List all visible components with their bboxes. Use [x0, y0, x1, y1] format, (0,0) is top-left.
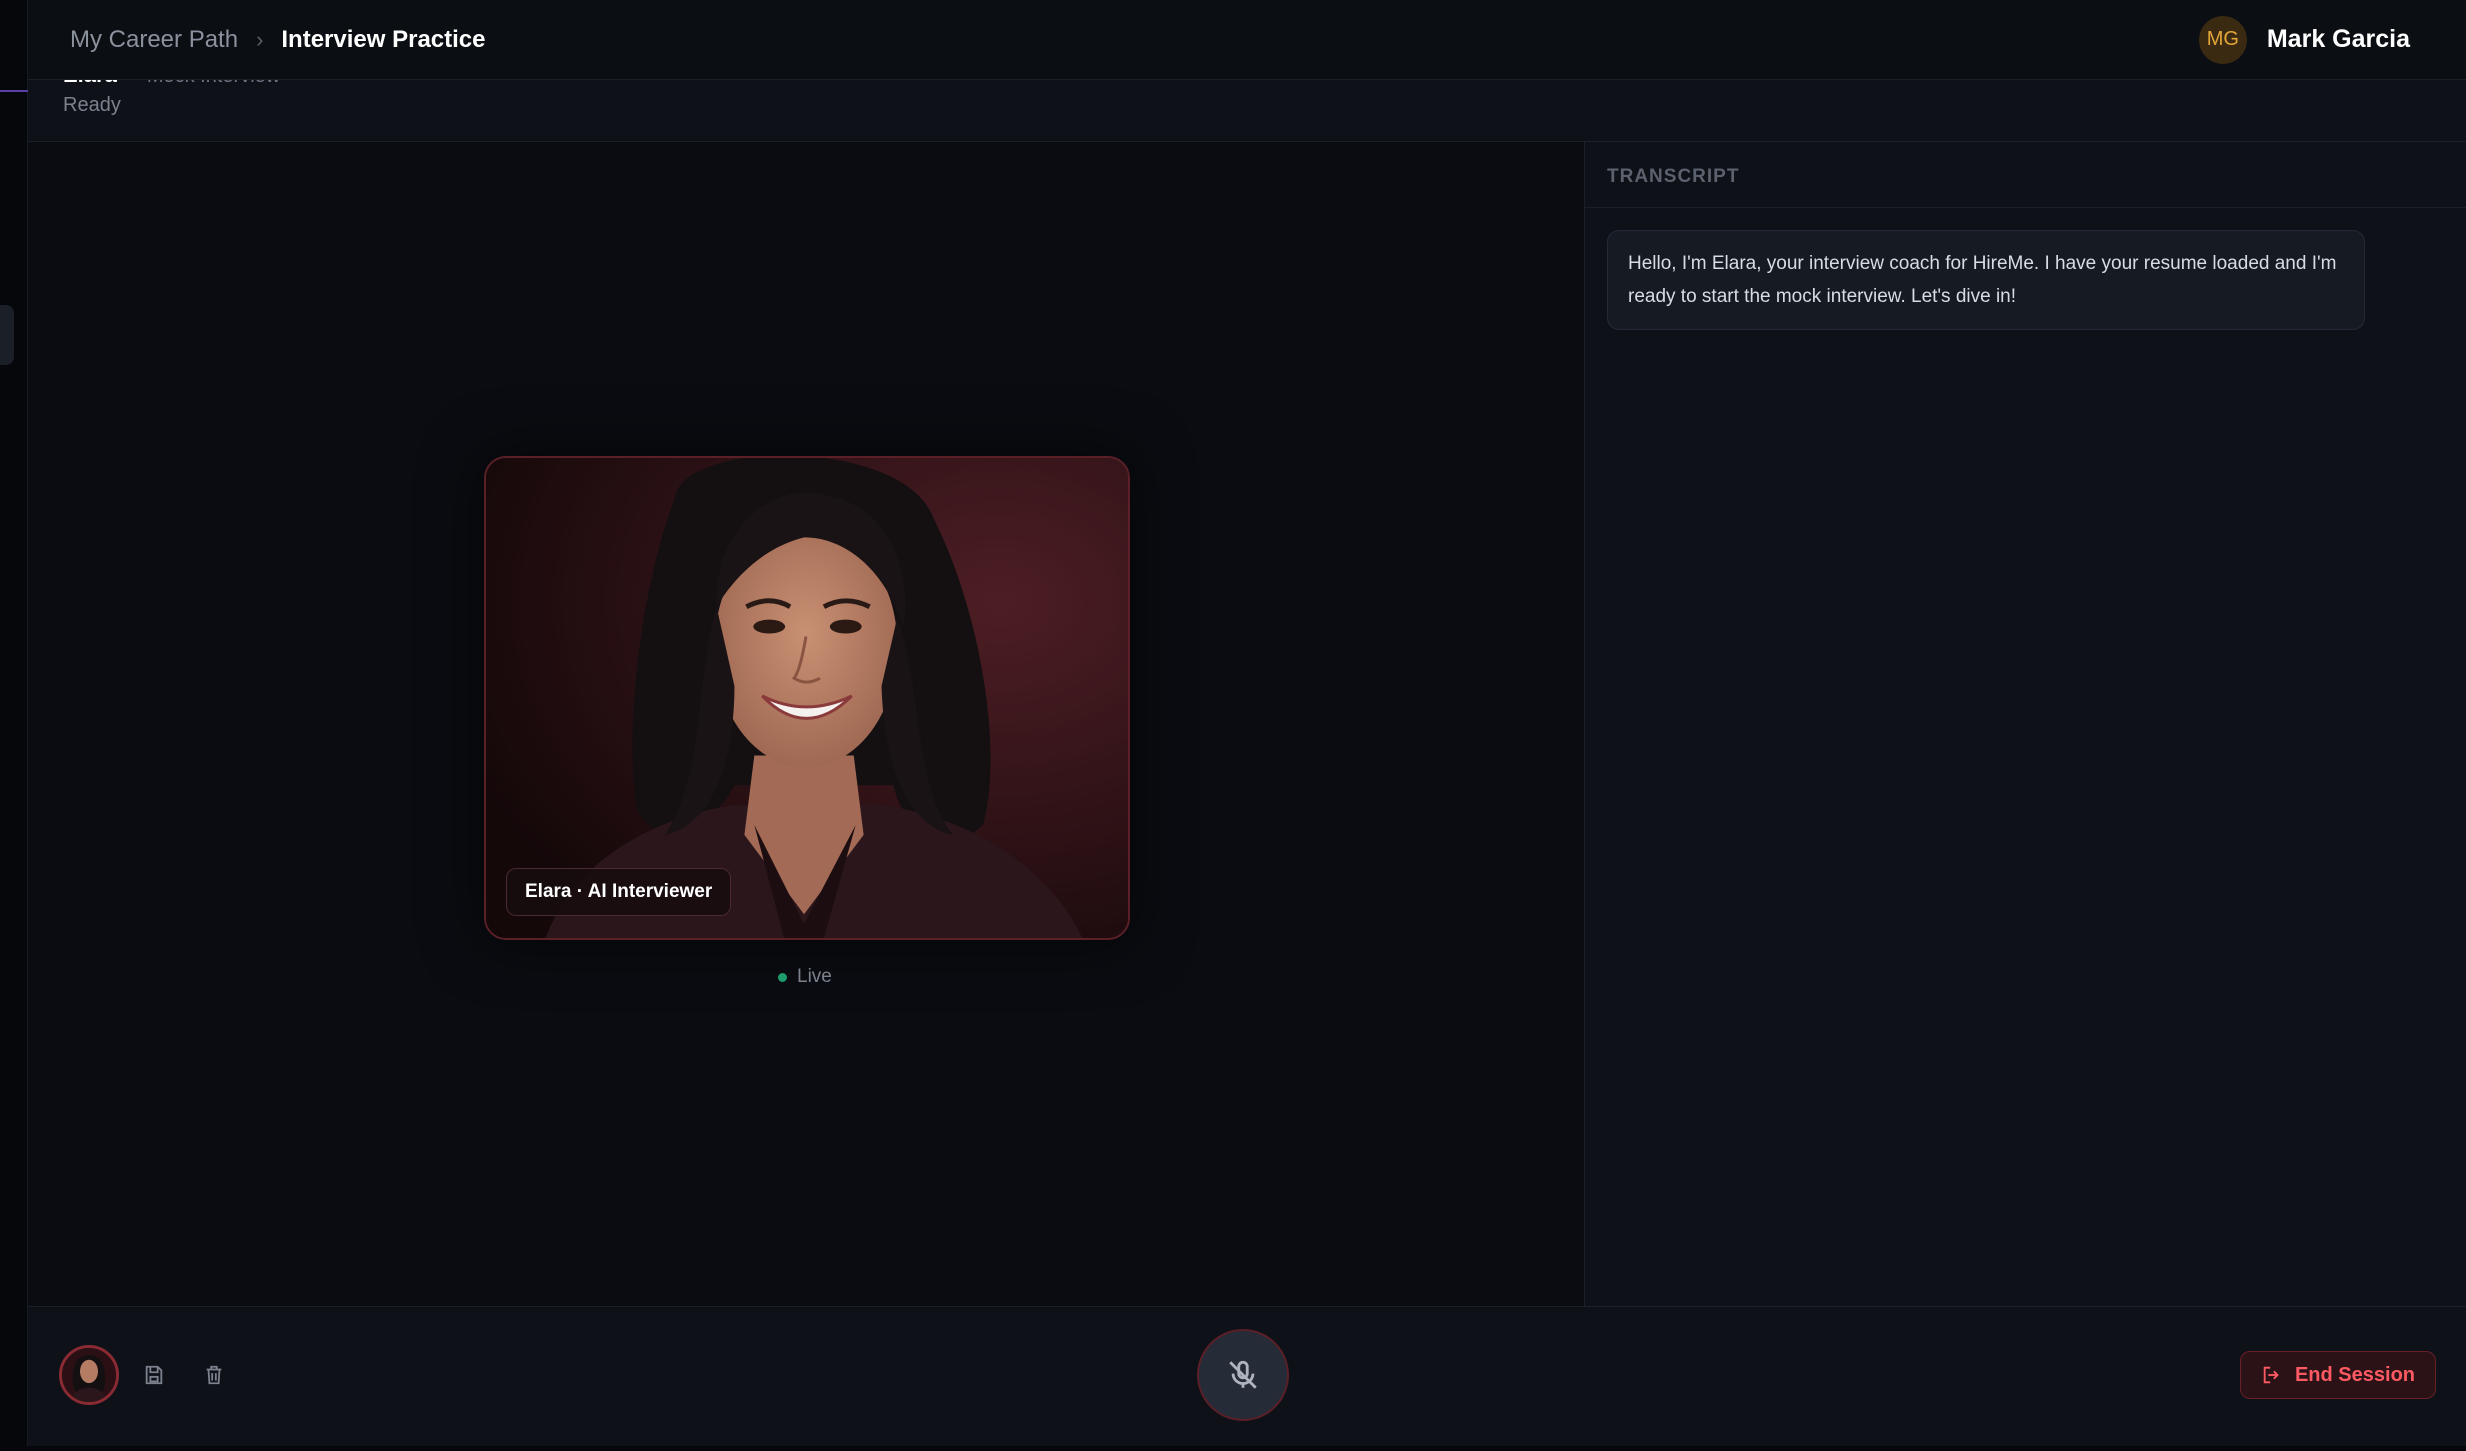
user-menu[interactable]: MG Mark Garcia — [2198, 15, 2410, 64]
interviewer-portrait — [486, 458, 1128, 938]
transcript-heading: TRANSCRIPT — [1585, 142, 2466, 208]
rail-collapse-tab[interactable] — [0, 305, 14, 365]
mic-toggle-button[interactable] — [1197, 1329, 1289, 1421]
top-bar: My Career Path › Interview Practice MG M… — [28, 0, 2466, 80]
session-status: Ready — [63, 94, 121, 116]
mic-off-icon — [1229, 1360, 1257, 1389]
live-dot-icon — [778, 972, 787, 982]
save-icon — [145, 1365, 163, 1385]
end-session-button[interactable]: End Session — [2239, 1351, 2436, 1399]
interviewer-avatar[interactable] — [59, 1345, 119, 1405]
transcript-message: Hello, I'm Elara, your interview coach f… — [1607, 230, 2365, 330]
delete-button[interactable] — [198, 1359, 230, 1391]
breadcrumb-parent-link[interactable]: My Career Path — [70, 26, 238, 54]
save-button[interactable] — [138, 1359, 170, 1391]
interviewer-video: Elara · AI Interviewer — [484, 456, 1130, 940]
breadcrumb-current: Interview Practice — [281, 25, 486, 53]
exit-icon — [2263, 1366, 2279, 1384]
chevron-right-icon: › — [256, 26, 264, 52]
left-rail — [0, 0, 28, 1451]
rail-accent — [0, 90, 28, 92]
live-label: Live — [797, 966, 832, 987]
bottom-edge — [0, 1446, 2466, 1451]
control-bar: End Session — [28, 1306, 2466, 1446]
video-stage: Elara · AI Interviewer Live — [28, 142, 1584, 1306]
user-avatar[interactable]: MG — [2198, 15, 2247, 64]
user-name[interactable]: Mark Garcia — [2267, 25, 2410, 54]
video-label: Elara · AI Interviewer — [506, 868, 732, 916]
end-session-label: End Session — [2294, 1363, 2415, 1386]
live-indicator: Live — [778, 966, 832, 988]
breadcrumb: My Career Path › Interview Practice — [70, 26, 486, 54]
interviewer-thumbnail — [62, 1348, 116, 1402]
transcript-panel[interactable]: TRANSCRIPT Hello, I'm Elara, your interv… — [1584, 142, 2466, 1306]
trash-icon — [206, 1365, 222, 1385]
